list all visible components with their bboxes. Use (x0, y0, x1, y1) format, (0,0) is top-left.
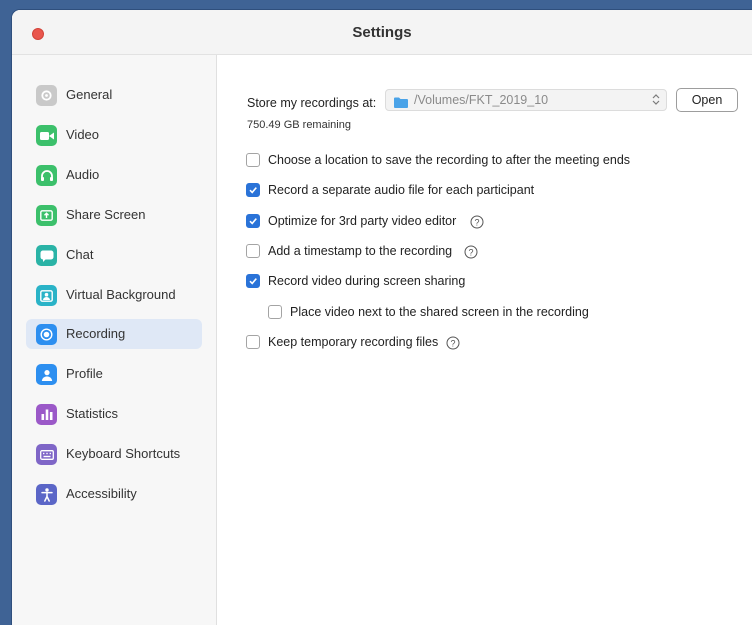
person-icon (36, 364, 57, 385)
settings-window: Settings General Video Audio Share Scree… (12, 10, 752, 625)
keyboard-icon (36, 444, 57, 465)
sidebar-item-label: Audio (66, 167, 100, 182)
option-label: Add a timestamp to the recording (268, 244, 453, 258)
recording-path-value: /Volumes/FKT_2019_10 (414, 93, 549, 107)
sidebar: General Video Audio Share Screen Chat Vi… (12, 55, 217, 625)
sidebar-item-label: Share Screen (66, 207, 146, 222)
record-icon (36, 324, 57, 345)
sidebar-item-label: Chat (66, 247, 94, 262)
sidebar-item-profile[interactable]: Profile (26, 359, 202, 389)
checkbox-unchecked[interactable] (246, 335, 260, 349)
sidebar-item-label: Recording (66, 326, 126, 341)
sidebar-item-label: Statistics (66, 406, 119, 421)
window-title: Settings (352, 24, 412, 41)
checkbox-unchecked[interactable] (246, 153, 260, 167)
sidebar-item-recording[interactable]: Recording (26, 319, 202, 349)
help-icon[interactable]: ? (446, 336, 460, 355)
svg-text:?: ? (474, 217, 479, 227)
storage-remaining: 750.49 GB remaining (247, 119, 351, 131)
headphones-icon (36, 165, 57, 186)
option-label: Place video next to the shared screen in… (290, 305, 589, 319)
folder-icon (394, 95, 408, 113)
recording-settings-panel: Store my recordings at: /Volumes/FKT_201… (217, 55, 752, 625)
sidebar-item-label: Virtual Background (66, 287, 176, 302)
svg-text:?: ? (468, 247, 473, 257)
sidebar-item-label: General (66, 87, 113, 102)
option-label: Choose a location to save the recording … (268, 153, 631, 167)
option-label: Record a separate audio file for each pa… (268, 183, 535, 197)
open-folder-button[interactable]: Open (676, 88, 738, 112)
sidebar-item-audio[interactable]: Audio (26, 160, 202, 190)
sidebar-item-label: Profile (66, 366, 103, 381)
recording-path-select[interactable]: /Volumes/FKT_2019_10 (385, 89, 667, 111)
bar-chart-icon (36, 404, 57, 425)
sidebar-item-general[interactable]: General (26, 80, 202, 110)
checkbox-checked[interactable] (246, 183, 260, 197)
sidebar-item-share-screen[interactable]: Share Screen (26, 200, 202, 230)
sidebar-item-accessibility[interactable]: Accessibility (26, 479, 202, 509)
sidebar-item-label: Video (66, 127, 100, 142)
option-label: Keep temporary recording files (268, 335, 439, 349)
sidebar-item-label: Keyboard Shortcuts (66, 446, 181, 461)
sidebar-item-chat[interactable]: Chat (26, 240, 202, 270)
share-screen-icon (36, 205, 57, 226)
option-label: Record video during screen sharing (268, 274, 466, 288)
gear-icon (36, 85, 57, 106)
checkbox-checked[interactable] (246, 214, 260, 228)
store-recordings-label: Store my recordings at: (247, 96, 377, 110)
accessibility-icon (36, 484, 57, 505)
sidebar-item-keyboard-shortcuts[interactable]: Keyboard Shortcuts (26, 439, 202, 469)
option-label: Optimize for 3rd party video editor (268, 214, 457, 228)
chevron-up-down-icon (652, 93, 660, 111)
person-background-icon (36, 285, 57, 306)
chat-bubble-icon (36, 245, 57, 266)
sidebar-item-virtual-background[interactable]: Virtual Background (26, 280, 202, 310)
sidebar-item-label: Accessibility (66, 486, 137, 501)
help-icon[interactable]: ? (470, 215, 484, 234)
help-icon[interactable]: ? (464, 245, 478, 264)
video-camera-icon (36, 125, 57, 146)
checkbox-unchecked[interactable] (246, 244, 260, 258)
title-bar: Settings (12, 10, 752, 55)
checkbox-checked[interactable] (246, 274, 260, 288)
sidebar-item-video[interactable]: Video (26, 120, 202, 150)
sidebar-item-statistics[interactable]: Statistics (26, 399, 202, 429)
svg-text:?: ? (450, 338, 455, 348)
checkbox-unchecked[interactable] (268, 305, 282, 319)
